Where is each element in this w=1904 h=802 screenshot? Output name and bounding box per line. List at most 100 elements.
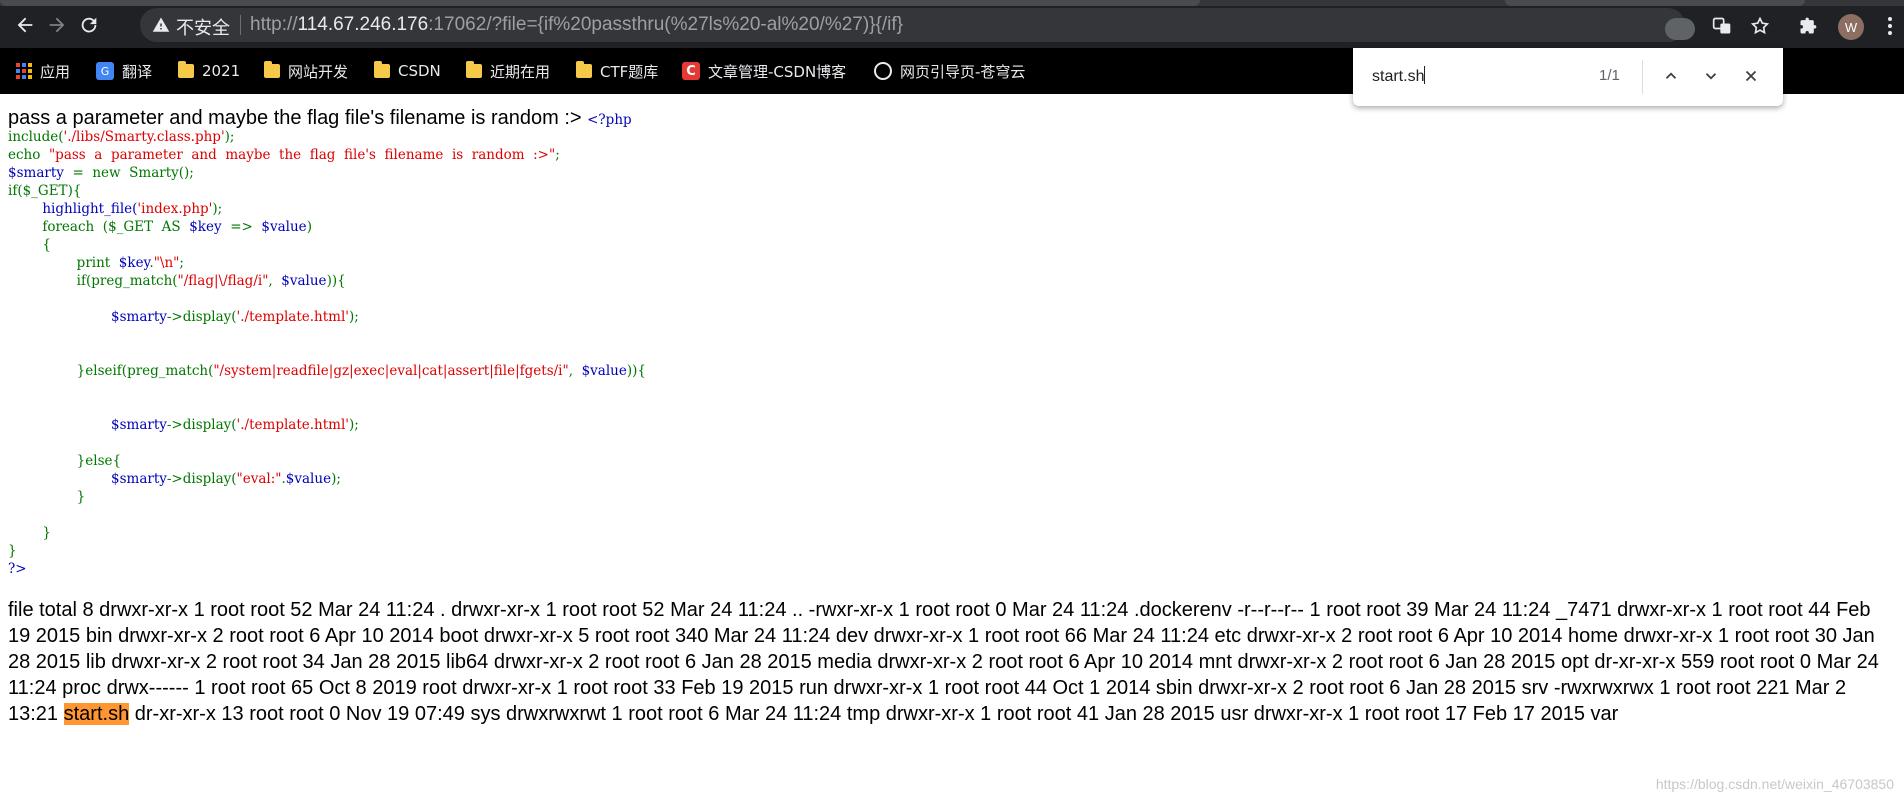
php-open-tag: <?php (587, 112, 632, 128)
code-line: $smarty = new Smarty(); (8, 165, 194, 181)
bookmark-guide-page[interactable]: 网页引导页-苍穹云 (874, 60, 1025, 82)
star-icon (1750, 16, 1770, 35)
translate-icon: G (96, 62, 114, 80)
folder-icon (466, 61, 482, 78)
bookmark-2021[interactable]: 2021 (178, 60, 240, 82)
chevron-up-icon (1665, 72, 1677, 79)
bookmark-label: 2021 (202, 62, 241, 80)
bookmark-label: 网页引导页-苍穹云 (900, 62, 1026, 81)
code-line: $smarty->display('./template.html'); (111, 417, 359, 433)
apps-icon (16, 63, 32, 79)
code-line: }else{ (76, 453, 122, 469)
csdn-icon: C (682, 62, 700, 80)
code-line: print $key."\n"; (76, 255, 184, 271)
intro-text: pass a parameter and maybe the flag file… (8, 107, 588, 129)
find-match-count: 1/1 (1599, 67, 1620, 84)
divider (240, 15, 241, 35)
bookmark-label: 应用 (40, 62, 71, 81)
profile-avatar[interactable]: W (1838, 14, 1864, 40)
find-in-page-indicator[interactable] (1665, 18, 1695, 40)
find-input[interactable]: start.sh (1372, 66, 1426, 86)
reload-button[interactable] (76, 12, 102, 38)
address-bar[interactable]: 不安全 http://114.67.246.176:17062/?file={i… (140, 8, 1685, 42)
bookmark-label: 文章管理-CSDN博客 (708, 62, 847, 81)
find-match-highlight: start.sh (63, 703, 130, 725)
folder-icon (576, 61, 592, 78)
url-host: 114.67.246.176 (297, 14, 429, 35)
bookmark-csdn-articles[interactable]: C 文章管理-CSDN博客 (682, 60, 846, 82)
find-bar: start.sh 1/1 (1353, 48, 1783, 106)
find-previous-button[interactable] (1659, 64, 1683, 88)
menu-dot-icon (1888, 24, 1892, 28)
page-content: pass a parameter and maybe the flag file… (8, 106, 1898, 578)
code-line: highlight_file('index.php'); (42, 201, 223, 217)
code-line: echo "pass a parameter and maybe the fla… (8, 147, 560, 163)
bookmark-label: CTF题库 (600, 62, 659, 81)
forward-button[interactable] (44, 12, 70, 38)
divider (1642, 60, 1643, 94)
listing-text: dr-xr-xr-x 13 root root 0 Nov 19 07:49 s… (129, 703, 1619, 725)
menu-dot-icon (1888, 17, 1892, 21)
warning-icon[interactable] (152, 16, 170, 34)
puzzle-icon (1800, 17, 1817, 34)
bookmark-star-button[interactable] (1748, 14, 1772, 38)
code-line: $smarty->display('./template.html'); (111, 309, 359, 325)
bookmark-translate[interactable]: G 翻译 (96, 60, 152, 82)
folder-icon (374, 61, 390, 78)
find-query-text: start.sh (1372, 68, 1425, 85)
bookmark-web-dev[interactable]: 网站开发 (264, 60, 348, 82)
arrow-right-icon (49, 17, 65, 33)
translate-page-button[interactable] (1710, 14, 1734, 38)
url-path: :17062/?file={if%20passthru(%27ls%20-al%… (428, 14, 903, 35)
directory-listing: file total 8 drwxr-xr-x 1 root root 52 M… (8, 597, 1898, 727)
code-line: } (76, 489, 86, 505)
watermark-text: https://blog.csdn.net/weixin_46703850 (1655, 776, 1894, 792)
code-line: $smarty->display("eval:".$value); (111, 471, 341, 487)
url-text[interactable]: http://114.67.246.176:17062/?file={if%20… (250, 14, 903, 36)
code-line: }elseif(preg_match("/system|readfile|gz|… (76, 363, 646, 379)
browser-toolbar: 不安全 http://114.67.246.176:17062/?file={i… (0, 0, 1904, 48)
close-icon (1745, 70, 1757, 82)
php-source: include('./libs/Smarty.class.php'); echo … (8, 128, 1898, 578)
bookmark-label: 近期在用 (490, 62, 551, 81)
text-caret (1424, 66, 1426, 84)
bookmark-ctf[interactable]: CTF题库 (576, 60, 658, 82)
code-line: if(preg_match("/flag|\/flag/i", $value))… (76, 273, 346, 289)
bookmark-apps[interactable]: 应用 (16, 60, 70, 82)
bookmark-label: 翻译 (122, 62, 153, 81)
bookmark-recent[interactable]: 近期在用 (466, 60, 550, 82)
menu-dot-icon (1888, 31, 1892, 35)
find-next-button[interactable] (1699, 64, 1723, 88)
bookmark-label: CSDN (398, 62, 441, 80)
chevron-down-icon (1705, 73, 1717, 80)
code-line: if($_GET){ (8, 183, 82, 199)
code-line: } (8, 543, 17, 559)
insecure-label[interactable]: 不安全 (176, 14, 230, 40)
find-close-button[interactable] (1739, 64, 1763, 88)
tab-strip (0, 0, 1904, 6)
folder-icon (264, 61, 280, 78)
bookmark-csdn[interactable]: CSDN (374, 60, 441, 82)
arrow-left-icon (17, 17, 33, 33)
reload-icon (81, 17, 97, 33)
bookmark-label: 网站开发 (288, 62, 349, 81)
tab-inactive[interactable] (1505, 0, 1805, 6)
code-line: ?> (8, 561, 27, 577)
url-scheme: http:// (250, 14, 298, 35)
extensions-button[interactable] (1796, 14, 1820, 38)
back-button[interactable] (12, 12, 38, 38)
browser-menu-button[interactable] (1884, 14, 1896, 38)
translate-icon (1712, 17, 1731, 34)
code-line: { (42, 237, 51, 253)
folder-icon (178, 61, 194, 78)
code-line: } (42, 525, 51, 541)
globe-icon (874, 62, 892, 80)
tab-active[interactable] (0, 0, 1200, 6)
